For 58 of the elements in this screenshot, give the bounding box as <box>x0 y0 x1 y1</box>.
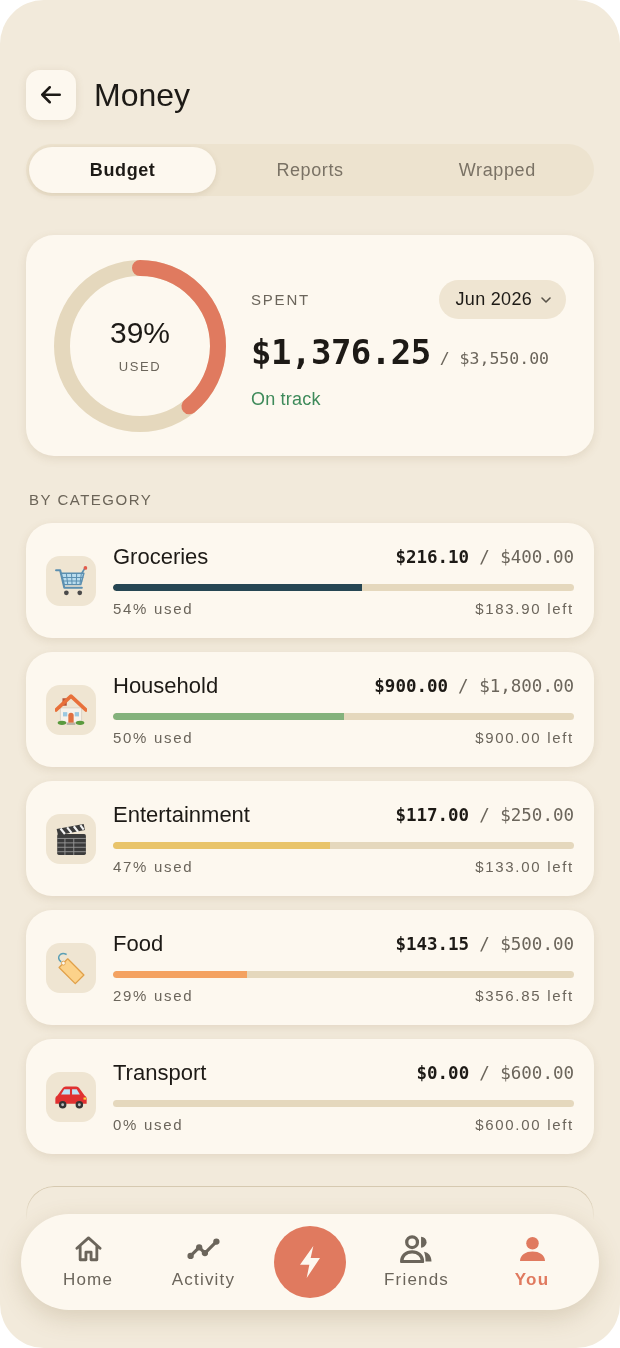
spent-amount: $1,376.25 <box>251 332 431 374</box>
section-title: BY CATEGORY <box>29 491 154 509</box>
home-icon <box>74 1236 102 1262</box>
tab[interactable]: Budget <box>29 147 217 193</box>
usage-text: 47% used <box>113 858 194 876</box>
category-card[interactable]: Transport $0.00 / $600.00 0% used $600.00 left <box>26 1039 594 1154</box>
category-name: Household <box>113 672 219 700</box>
remaining-amount: $600.00 left <box>475 1116 574 1134</box>
budget-amount: / $250.00 <box>479 803 574 827</box>
usage-text: 54% used <box>113 600 194 618</box>
category-name: Entertainment <box>113 801 250 829</box>
car-icon <box>46 1071 96 1122</box>
category-card[interactable]: Groceries $216.10 / $400.00 54% used $183.90 left <box>26 523 594 638</box>
back-button[interactable] <box>26 70 76 120</box>
chevron-down-icon <box>541 296 551 303</box>
nav-tab[interactable]: Home <box>43 1234 133 1290</box>
person-icon <box>519 1236 545 1262</box>
usage-text: 29% used <box>113 987 194 1005</box>
spent-amount: $216.10 <box>395 545 470 569</box>
budget-amount: / $600.00 <box>479 1061 574 1085</box>
category-name: Transport <box>113 1059 207 1087</box>
usage-text: 0% used <box>113 1116 184 1134</box>
spent-amount: $117.00 <box>395 803 470 827</box>
spent-amount: $143.15 <box>395 932 470 956</box>
tab[interactable]: Reports <box>216 147 404 193</box>
category-card[interactable]: Food $143.15 / $500.00 29% used $356.85 left <box>26 910 594 1025</box>
people-icon <box>400 1234 433 1264</box>
category-card[interactable]: Household $900.00 / $1,800.00 50% used $900.00 left <box>26 652 594 767</box>
tab[interactable]: Wrapped <box>403 147 591 193</box>
spent-amount: $0.00 <box>416 1061 470 1085</box>
page-title: Money <box>94 75 191 115</box>
category-card[interactable]: Entertainment $117.00 / $250.00 47% used $133.00 left <box>26 781 594 896</box>
budget-amount: / $400.00 <box>479 545 574 569</box>
budget-amount: / $500.00 <box>479 932 574 956</box>
line-chart-icon <box>187 1238 220 1260</box>
percent-caption: USED <box>118 359 162 375</box>
tag-icon <box>46 942 96 993</box>
category-name: Food <box>113 930 164 958</box>
status-text: On track <box>251 389 322 411</box>
spent-label: SPENT <box>251 289 310 310</box>
arrow-left-icon <box>41 86 61 104</box>
house-icon <box>46 684 96 735</box>
cart-icon <box>46 555 96 606</box>
bolt-icon <box>300 1246 320 1278</box>
category-name: Groceries <box>113 543 209 571</box>
period-dropdown[interactable]: Jun 2026 <box>438 280 566 320</box>
remaining-amount: $900.00 left <box>475 729 574 747</box>
nav-tab[interactable]: Friends <box>371 1234 462 1290</box>
usage-text: 50% used <box>113 729 194 747</box>
remaining-amount: $133.00 left <box>475 858 574 876</box>
clapperboard-icon <box>46 813 96 864</box>
budget-amount: / $1,800.00 <box>458 674 574 698</box>
nav-tab[interactable]: Activity <box>158 1234 249 1290</box>
budget-total: / $3,550.00 <box>439 348 549 371</box>
percent-text: 39% <box>109 316 170 350</box>
remaining-amount: $183.90 left <box>475 600 574 618</box>
remaining-amount: $356.85 left <box>475 987 574 1005</box>
spent-amount: $900.00 <box>374 674 449 698</box>
